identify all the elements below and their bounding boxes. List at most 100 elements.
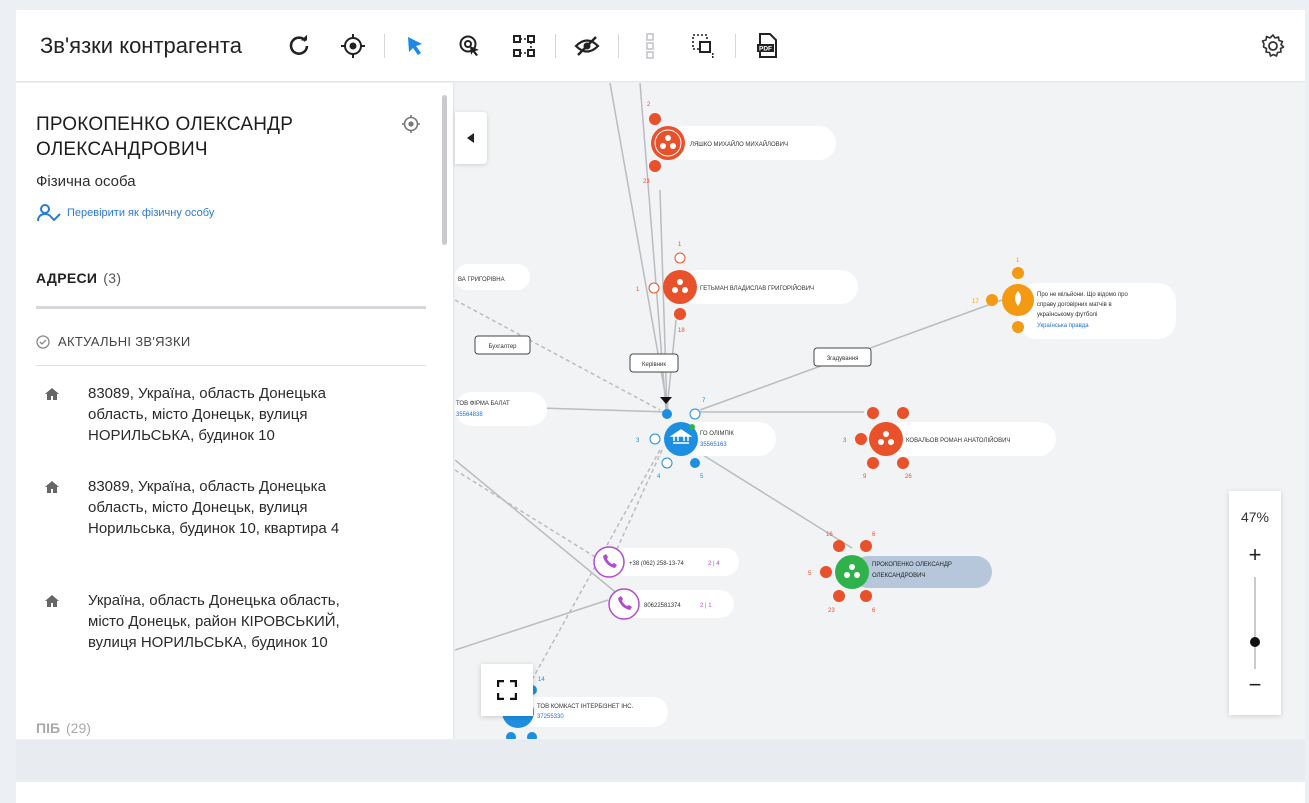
node-label: КОВАЛЬОВ РОМАН АНАТОЛІЙОВИЧ: [906, 436, 1010, 444]
node-label: ГЕТЬМАН ВЛАДИСЛАВ ГРИГОРІЙОВИЧ: [700, 284, 814, 292]
check-circle-icon: [36, 334, 50, 349]
badge-count: 1: [636, 287, 640, 293]
graph-node-event: Про не мільйони. Що відомо про справу до…: [972, 258, 1176, 339]
graph-node-person: ГЕТЬМАН ВЛАДИСЛАВ ГРИГОРІЙОВИЧ 1 1 18: [636, 242, 858, 334]
lasso-select-icon[interactable]: [457, 33, 483, 59]
refresh-icon[interactable]: [286, 33, 312, 59]
graph-node-focus-person: ПРОКОПЕНКО ОЛЕКСАНДР ОЛЕКСАНДРОВИЧ 16 6 …: [808, 532, 992, 614]
node-label: справу договірних матчів в: [1037, 302, 1112, 308]
layout-icon[interactable]: [637, 32, 663, 59]
node-connect-icon[interactable]: [511, 33, 537, 59]
graph-canvas[interactable]: Бухгалтер Керівник Згадування ВА ГРИГОРІ…: [455, 83, 1305, 739]
collapse-panel-button[interactable]: [455, 112, 487, 164]
node-meta: 2 | 4: [708, 561, 720, 567]
edge-label-text: Керівник: [642, 362, 666, 368]
edge-label-text: Бухгалтер: [488, 344, 517, 350]
badge-count: 16: [826, 532, 833, 538]
address-text: 83089, Україна, область Донецька область…: [88, 385, 326, 444]
graph-node-company: ТОВ ФІРМА БАЛАТ 35564838: [455, 392, 547, 426]
bottom-strip: [16, 740, 1305, 780]
panel-scrollbar[interactable]: [442, 95, 447, 245]
pib-count: (29): [66, 720, 91, 736]
badge-count: 18: [678, 328, 685, 334]
group-select-icon[interactable]: [691, 33, 717, 59]
page-title: Зв'язки контрагента: [40, 32, 242, 58]
settings-icon[interactable]: [1259, 32, 1287, 60]
address-item: Україна, область Донецька область, місто…: [44, 590, 374, 653]
edge-label-accountant: Бухгалтер: [474, 335, 531, 355]
locate-icon[interactable]: [340, 33, 366, 59]
badge-count: 1: [1016, 258, 1020, 264]
node-label: ГО ОЛІМПІК: [700, 431, 734, 437]
zoom-out-button[interactable]: −: [1245, 674, 1265, 696]
locate-entity-icon[interactable]: [401, 114, 421, 134]
entity-name: ПРОКОПЕНКО ОЛЕКСАНДР ОЛЕКСАНДРОВИЧ: [36, 114, 294, 160]
divider: [36, 306, 426, 309]
chevron-left-icon: [467, 133, 474, 143]
node-label: 35565163: [700, 442, 727, 448]
node-label: 80622581374: [644, 603, 681, 609]
toolbar-separator: [555, 33, 556, 58]
addresses-count: (3): [103, 270, 122, 286]
badge-count: 2: [647, 102, 651, 108]
fullscreen-button[interactable]: [481, 664, 533, 716]
node-label: 35564838: [456, 412, 483, 418]
badge-count: 1: [678, 242, 682, 248]
graph-edge: [455, 459, 626, 601]
toolbar-separator: [618, 33, 619, 58]
toolbar: Зв'язки контрагента PDF: [16, 10, 1305, 82]
zoom-control: 47% + −: [1229, 491, 1281, 715]
node-label: Про не мільйони. Що відомо про: [1037, 291, 1128, 298]
badge-count: 6: [872, 532, 876, 538]
graph-node-person: КОВАЛЬОВ РОМАН АНАТОЛІЙОВИЧ 3 9 26: [843, 407, 1056, 480]
graph-node-company-center: ГО ОЛІМПІК 35565163 3 7 4 5: [636, 397, 776, 480]
pdf-export-icon[interactable]: PDF: [754, 32, 780, 59]
edge-label-text: Згадування: [827, 356, 859, 362]
addresses-section-header[interactable]: АДРЕСИ (3): [36, 270, 121, 286]
pib-section-header[interactable]: ПІБ (29): [36, 720, 91, 736]
badge-count: 3: [636, 438, 640, 444]
check-as-person-link[interactable]: Перевірити як фізичну особу: [37, 204, 214, 222]
address-item: 83089, Україна, область Донецька область…: [44, 383, 374, 446]
fullscreen-icon: [497, 680, 517, 700]
select-pointer-icon[interactable]: [403, 33, 429, 59]
badge-count: 14: [538, 677, 545, 683]
badge-count: 23: [828, 608, 835, 614]
toolbar-separator: [384, 33, 385, 58]
edge-label-mention: Згадування: [813, 347, 872, 367]
badge-count: 26: [905, 474, 912, 480]
node-label: ЛЯШКО МИХАЙЛО МИХАЙЛОВИЧ: [690, 140, 788, 148]
edge-label-manager: Керівник: [629, 353, 679, 373]
zoom-in-button[interactable]: +: [1245, 544, 1265, 566]
zoom-level: 47%: [1240, 509, 1270, 525]
badge-count: 5: [700, 474, 704, 480]
node-label: українському футболі: [1037, 312, 1097, 318]
graph-edge: [517, 449, 661, 706]
toolbar-separator: [735, 33, 736, 58]
address-item: 83089, Україна, область Донецька область…: [44, 476, 374, 539]
home-icon: [45, 481, 59, 493]
zoom-slider-thumb[interactable]: [1250, 637, 1260, 647]
graph-node-phone: +38 (062) 258-13-74 2 | 4: [593, 546, 739, 578]
graph-edge: [539, 407, 669, 413]
svg-text:PDF: PDF: [759, 45, 772, 52]
divider: [36, 365, 426, 366]
person-check-icon: [37, 204, 61, 222]
node-label: +38 (062) 258-13-74: [629, 561, 685, 567]
address-text: 83089, Україна, область Донецька область…: [88, 478, 340, 537]
graph-edge: [611, 449, 663, 561]
zoom-slider-track[interactable]: [1254, 577, 1256, 669]
node-label: ВА ГРИГОРІВНА: [458, 277, 505, 283]
graph-node-phone: 80622581374 2 | 1: [608, 588, 734, 620]
badge-count: 9: [863, 474, 867, 480]
node-label: ПРОКОПЕНКО ОЛЕКСАНДР: [872, 562, 952, 568]
actual-links-filter[interactable]: АКТУАЛЬНІ ЗВ'ЯЗКИ: [36, 334, 190, 349]
badge-count: 4: [657, 474, 661, 480]
bottom-panel: [16, 782, 1305, 803]
home-icon: [45, 388, 59, 400]
badge-count: 17: [972, 299, 979, 305]
hide-icon[interactable]: [574, 33, 600, 59]
actual-links-label: АКТУАЛЬНІ ЗВ'ЯЗКИ: [58, 334, 191, 349]
node-label: ОЛЕКСАНДРОВИЧ: [872, 573, 925, 579]
node-meta: 2 | 1: [700, 603, 712, 609]
